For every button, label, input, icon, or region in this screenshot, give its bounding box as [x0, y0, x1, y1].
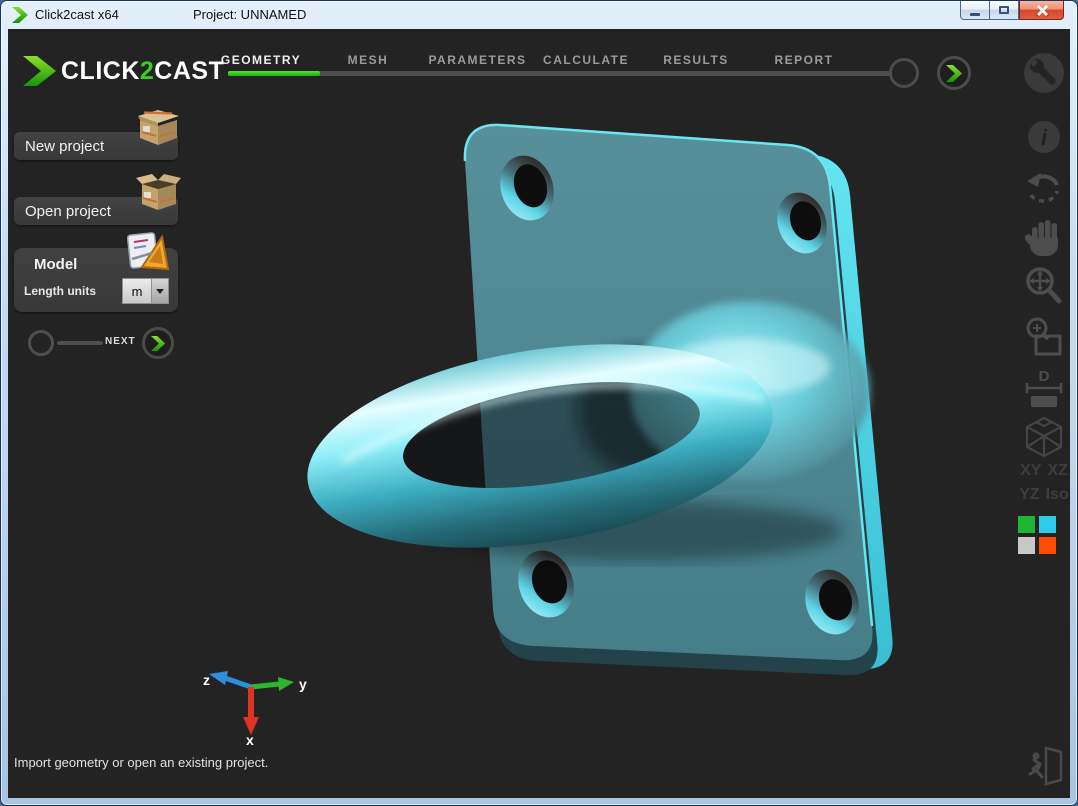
closed-box-icon: [134, 105, 182, 147]
length-units-label: Length units: [24, 284, 96, 298]
zoom-window-icon: [1024, 317, 1064, 357]
swatch-green[interactable]: [1018, 516, 1035, 533]
length-units-dropdown-button[interactable]: [152, 278, 169, 304]
y-axis-head: [278, 677, 294, 691]
logo-text-2: 2: [140, 57, 154, 85]
swatch-gray[interactable]: [1018, 537, 1035, 554]
screen: Click2cast x64 Project: UNNAMED: [0, 0, 1078, 806]
zoom-window-button[interactable]: [1016, 317, 1070, 357]
exit-door-icon: [1030, 748, 1061, 784]
hand-icon: [1025, 217, 1063, 257]
z-axis-label: z: [203, 672, 210, 688]
measure-button[interactable]: D: [1016, 367, 1070, 409]
tab-geometry[interactable]: GEOMETRY: [206, 53, 316, 71]
workflow-track: [228, 71, 893, 76]
model-panel-title: Model: [34, 256, 77, 273]
logo-chevron-icon: [22, 53, 58, 89]
project-name-label: Project: UNNAMED: [193, 7, 306, 22]
pan-button[interactable]: [1016, 217, 1070, 257]
workflow-progress: [228, 71, 320, 76]
window-title: Click2cast x64: [35, 7, 119, 22]
title-bar: Click2cast x64 Project: UNNAMED: [1, 1, 1077, 29]
settings-button[interactable]: [1016, 52, 1070, 94]
maximize-button[interactable]: [990, 1, 1019, 20]
view-orientation-buttons[interactable]: XY XZ YZ Iso: [1014, 459, 1070, 507]
x-axis-label: x: [246, 732, 254, 745]
minimize-icon: [970, 13, 980, 16]
iso-view-button[interactable]: [1016, 415, 1070, 459]
status-message: Import geometry or open an existing proj…: [14, 755, 268, 770]
svg-text:D: D: [1039, 368, 1050, 385]
swatch-cyan[interactable]: [1039, 516, 1056, 533]
view-cube-icon: [1023, 415, 1065, 459]
length-units-select[interactable]: m: [122, 278, 169, 304]
dimension-icon: D: [1024, 367, 1064, 409]
maximize-icon: [999, 6, 1009, 14]
tab-parameters[interactable]: PARAMETERS: [420, 53, 535, 71]
view-yz-button[interactable]: YZ: [1019, 486, 1039, 503]
open-box-icon: [134, 170, 182, 212]
open-project-label: Open project: [25, 203, 111, 220]
info-button[interactable]: i: [1016, 120, 1070, 154]
z-axis-arrow: [225, 678, 251, 687]
tab-results[interactable]: RESULTS: [648, 53, 744, 71]
color-swatches: [1018, 516, 1056, 554]
model-units-icon: [126, 229, 170, 273]
next-step-button[interactable]: [142, 327, 174, 359]
app-content: CLICK2CAST GEOMETRY MESH PARAMETERS CALC…: [8, 29, 1070, 798]
minimize-button[interactable]: [960, 1, 990, 20]
length-units-value[interactable]: m: [122, 278, 152, 304]
zoom-fit-button[interactable]: [1016, 267, 1070, 307]
info-icon: i: [1027, 120, 1061, 154]
logo-text-click: CLICK: [61, 57, 140, 85]
rotate-icon: [1024, 169, 1064, 209]
app-logo: CLICK2CAST: [22, 53, 224, 89]
tab-calculate[interactable]: CALCULATE: [536, 53, 636, 71]
window-controls: [960, 1, 1064, 20]
view-iso-button[interactable]: Iso: [1046, 486, 1069, 503]
next-step-chevron-icon: [151, 335, 166, 352]
svg-text:i: i: [1041, 125, 1048, 150]
z-axis-head: [209, 671, 228, 685]
view-xz-button[interactable]: XZ: [1047, 462, 1067, 479]
app-logo-icon: [11, 6, 29, 29]
next-chevron-icon: [946, 64, 963, 83]
workflow-next-button[interactable]: [937, 56, 971, 90]
app-window: Click2cast x64 Project: UNNAMED: [0, 0, 1078, 806]
zoom-fit-icon: [1024, 267, 1064, 307]
next-slider-track: [57, 341, 103, 345]
close-button[interactable]: [1019, 1, 1064, 20]
close-icon: [1036, 4, 1048, 16]
axis-triad: z y x: [195, 661, 315, 745]
tab-report[interactable]: REPORT: [756, 53, 852, 71]
rotate-view-button[interactable]: [1016, 169, 1070, 209]
workflow-knob[interactable]: [889, 58, 919, 88]
view-xy-button[interactable]: XY: [1020, 462, 1041, 479]
dropdown-arrow-icon: [156, 289, 164, 294]
tab-mesh[interactable]: MESH: [318, 53, 418, 71]
new-project-label: New project: [25, 138, 104, 155]
y-axis-arrow: [251, 684, 279, 687]
swatch-orange[interactable]: [1039, 537, 1056, 554]
wrench-icon: [1023, 52, 1065, 94]
exit-button[interactable]: [1026, 743, 1064, 787]
y-axis-label: y: [299, 676, 307, 692]
back-knob[interactable]: [28, 330, 54, 356]
next-label: NEXT: [105, 336, 136, 347]
